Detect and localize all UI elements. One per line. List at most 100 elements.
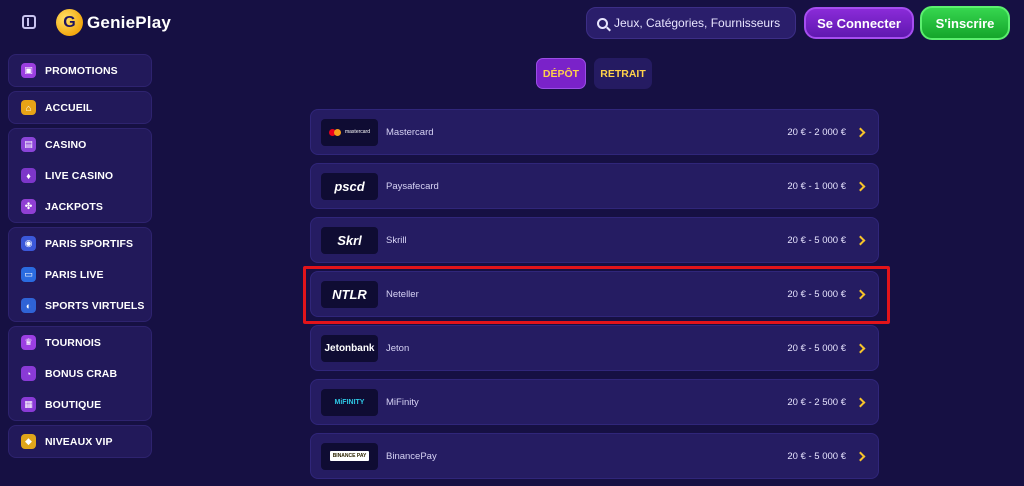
payment-range: 20 € - 2 000 €: [787, 126, 846, 138]
logo-text: MiFINITY: [334, 398, 365, 406]
sidebar-item-label: CASINO: [45, 138, 87, 151]
sidebar-toggle-icon[interactable]: [22, 15, 36, 29]
payment-row-mastercard[interactable]: mastercard Mastercard 20 € - 2 000 €: [310, 109, 879, 155]
sidebar-group: ◉ PARIS SPORTIFS ▭ PARIS LIVE ◐ SPORTS VIRTUE…: [8, 227, 152, 322]
payment-method-list: mastercard Mastercard 20 € - 2 000 € pscd Pa…: [310, 109, 879, 486]
sidebar-item-label: PROMOTIONS: [45, 64, 118, 77]
chevron-right-icon[interactable]: [855, 343, 866, 353]
search-input[interactable]: [614, 16, 794, 30]
payment-name: Paysafecard: [386, 180, 439, 192]
sidebar-item-label: ACCUEIL: [45, 101, 93, 114]
shop-icon: ▦: [21, 397, 36, 412]
sidebar-item-label: BONUS CRAB: [45, 367, 118, 380]
header: G GeniePlay Se Connecter S'inscrire: [0, 0, 1024, 46]
binance-logo: BINANCE PAY: [321, 442, 378, 470]
sidebar-item-label: NIVEAUX VIP: [45, 435, 113, 448]
payment-row-paysafecard[interactable]: pscd Paysafecard 20 € - 1 000 €: [310, 163, 879, 209]
payment-name: Neteller: [386, 288, 419, 300]
page: G GeniePlay Se Connecter S'inscrire ▣ PRO…: [0, 0, 1024, 486]
payment-name: Mastercard: [386, 126, 434, 138]
chevron-right-icon[interactable]: [855, 235, 866, 245]
logo-text: Skrl: [337, 232, 362, 248]
tab-withdraw[interactable]: RETRAIT: [594, 58, 652, 89]
sidebar-group: ⌂ ACCUEIL: [8, 91, 152, 124]
payment-range: 20 € - 5 000 €: [787, 288, 846, 300]
live-icon: ▭: [21, 267, 36, 282]
payment-range: 20 € - 5 000 €: [787, 342, 846, 354]
sidebar-item-boutique[interactable]: ▦ BOUTIQUE: [13, 389, 147, 420]
sidebar-item-bonus-crab[interactable]: ◔ BONUS CRAB: [13, 358, 147, 389]
chevron-right-icon[interactable]: [855, 397, 866, 407]
payment-name: MiFinity: [386, 396, 419, 408]
sidebar-item-jackpots[interactable]: ✤ JACKPOTS: [13, 191, 147, 222]
sidebar-item-paris-live[interactable]: ▭ PARIS LIVE: [13, 259, 147, 290]
sidebar-item-label: TOURNOIS: [45, 336, 102, 349]
sidebar-item-casino[interactable]: ▤ CASINO: [13, 129, 147, 160]
search-box[interactable]: [586, 7, 796, 39]
payment-range: 20 € - 5 000 €: [787, 450, 846, 462]
payment-name: Skrill: [386, 234, 407, 246]
chevron-right-icon[interactable]: [855, 289, 866, 299]
login-button[interactable]: Se Connecter: [804, 7, 914, 39]
home-icon: ⌂: [21, 100, 36, 115]
chevron-right-icon[interactable]: [855, 127, 866, 137]
logo-text: Jetonbank: [324, 342, 375, 354]
payment-tabs: DÉPÔT RETRAIT: [536, 58, 652, 89]
sidebar-group: ▤ CASINO ♦ LIVE CASINO ✤ JACKPOTS: [8, 128, 152, 223]
payment-row-jeton[interactable]: Jetonbank Jeton 20 € - 5 000 €: [310, 325, 879, 371]
payment-range: 20 € - 5 000 €: [787, 234, 846, 246]
sidebar: ▣ PROMOTIONS ⌂ ACCUEIL ▤ CASINO ♦ LIVE CASINO ✤ J…: [8, 54, 152, 462]
cards-icon: ♦: [21, 168, 36, 183]
trophy-icon: ♛: [21, 335, 36, 350]
sidebar-group: ◆ NIVEAUX VIP: [8, 425, 152, 458]
sidebar-item-label: PARIS LIVE: [45, 268, 104, 281]
sidebar-item-promotions[interactable]: ▣ PROMOTIONS: [13, 55, 147, 86]
virtual-sports-icon: ◐: [21, 298, 36, 313]
sidebar-item-sports-virtuels[interactable]: ◐ SPORTS VIRTUELS: [13, 290, 147, 321]
logo[interactable]: G GeniePlay: [56, 9, 171, 36]
slot-machine-icon: ▤: [21, 137, 36, 152]
payment-name: BinancePay: [386, 450, 437, 462]
payment-range: 20 € - 1 000 €: [787, 180, 846, 192]
sidebar-group: ♛ TOURNOIS ◔ BONUS CRAB ▦ BOUTIQUE: [8, 326, 152, 421]
logo-text: pscd: [334, 178, 365, 194]
payment-row-mifinity[interactable]: MiFINITY MiFinity 20 € - 2 500 €: [310, 379, 879, 425]
tab-deposit[interactable]: DÉPÔT: [536, 58, 586, 89]
payment-row-binancepay[interactable]: BINANCE PAY BinancePay 20 € - 5 000 €: [310, 433, 879, 479]
sidebar-item-accueil[interactable]: ⌂ ACCUEIL: [13, 92, 147, 123]
gift-icon: ▣: [21, 63, 36, 78]
clover-icon: ✤: [21, 199, 36, 214]
payment-row-neteller[interactable]: NTLR Neteller 20 € - 5 000 €: [310, 271, 879, 317]
logo-text: mastercard: [344, 129, 370, 135]
diamond-icon: ◆: [21, 434, 36, 449]
skrill-logo: Skrl: [321, 226, 378, 254]
sidebar-group: ▣ PROMOTIONS: [8, 54, 152, 87]
payment-range: 20 € - 2 500 €: [787, 396, 846, 408]
claw-icon: ◔: [21, 366, 36, 381]
payment-name: Jeton: [386, 342, 410, 354]
logo-text: GeniePlay: [87, 12, 172, 32]
logo-text: NTLR: [332, 286, 367, 302]
sidebar-item-label: PARIS SPORTIFS: [45, 237, 134, 250]
chevron-right-icon[interactable]: [855, 181, 866, 191]
payment-row-skrill[interactable]: Skrl Skrill 20 € - 5 000 €: [310, 217, 879, 263]
logo-mark-icon: G: [56, 9, 83, 36]
signup-button[interactable]: S'inscrire: [920, 6, 1010, 40]
sidebar-item-tournois[interactable]: ♛ TOURNOIS: [13, 327, 147, 358]
mastercard-logo: mastercard: [321, 118, 378, 146]
search-icon: [597, 17, 608, 29]
paysafecard-logo: pscd: [321, 172, 378, 200]
sidebar-item-label: BOUTIQUE: [45, 398, 102, 411]
ball-icon: ◉: [21, 236, 36, 251]
sidebar-item-label: JACKPOTS: [45, 200, 103, 213]
chevron-right-icon[interactable]: [855, 451, 866, 461]
neteller-logo: NTLR: [321, 280, 378, 308]
jeton-logo: Jetonbank: [321, 334, 378, 362]
sidebar-item-label: SPORTS VIRTUELS: [45, 299, 145, 312]
logo-text: BINANCE PAY: [329, 451, 370, 461]
sidebar-item-live-casino[interactable]: ♦ LIVE CASINO: [13, 160, 147, 191]
sidebar-item-niveaux-vip[interactable]: ◆ NIVEAUX VIP: [13, 426, 147, 457]
sidebar-item-label: LIVE CASINO: [45, 169, 114, 182]
mifinity-logo: MiFINITY: [321, 388, 378, 416]
sidebar-item-paris-sportifs[interactable]: ◉ PARIS SPORTIFS: [13, 228, 147, 259]
